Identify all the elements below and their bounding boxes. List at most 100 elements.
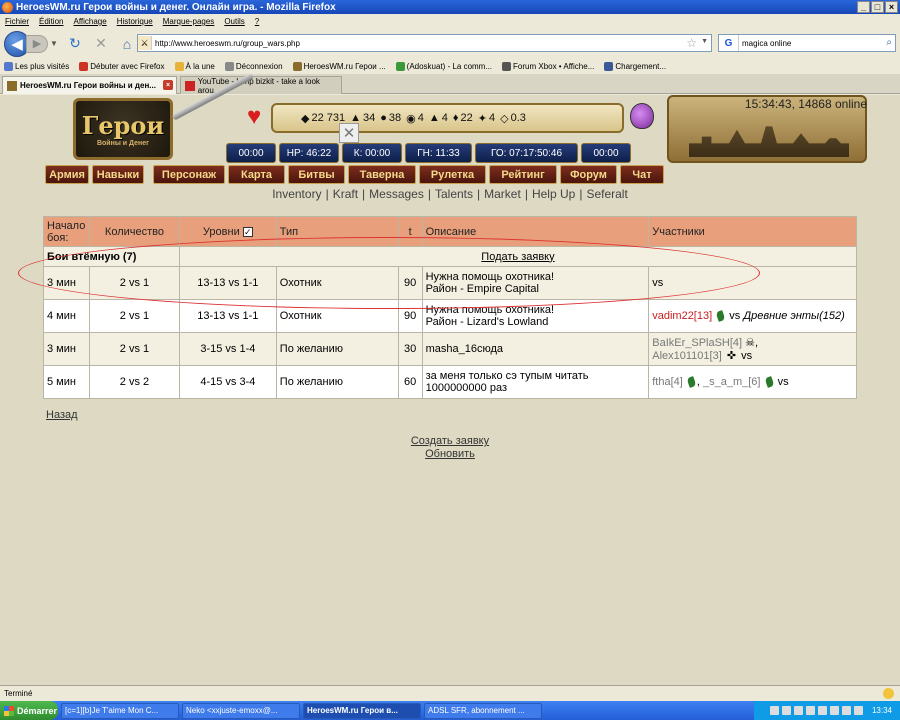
levels-checkbox[interactable]: ✓ [242,226,253,237]
heart-icon[interactable]: ♥ [247,103,261,131]
cell-description: за меня только сэ тупым читать 1000000000… [421,365,650,399]
table-row[interactable]: 3 мин 2 vs 1 13-13 vs 1-1 Охотник 90 Нуж… [43,266,857,300]
bookmark-label: Forum Xbox • Affiche... [513,61,595,71]
game-menu-button[interactable]: Карта [228,165,285,184]
taskbar-item[interactable]: Neko <xxjuste-emoxx@... [182,702,300,719]
menu-history[interactable]: Historique [117,17,153,26]
close-panel-icon[interactable]: ✕ [339,123,359,143]
game-menu-button[interactable]: Чат [620,165,664,184]
tray-icon[interactable] [841,706,851,715]
menu-file[interactable]: Fichier [5,17,29,26]
potion-icon[interactable] [630,103,654,129]
menu-tools[interactable]: Outils [224,17,244,26]
bookmark-item[interactable]: Chargement... [604,61,666,71]
taskbar-item[interactable]: ADSL SFR, abonnement ... [424,702,542,719]
game-logo[interactable]: Герои Войны и Денег [73,98,173,160]
subnav-link[interactable]: Help Up [532,187,575,201]
bookmark-icon [79,61,89,71]
table-row[interactable]: 4 мин 2 vs 1 13-13 vs 1-1 Охотник 90 Нуж… [43,299,857,333]
submit-request-text[interactable]: Подать заявку [481,251,554,263]
game-menu-button[interactable]: Битвы [288,165,345,184]
game-menu-button[interactable]: Армия [45,165,89,184]
refresh-link[interactable]: Обновить [0,448,900,461]
game-menu-button[interactable]: Персонаж [153,165,225,184]
subnav-link[interactable]: Seferalt [586,187,627,201]
resource-value: 22 [460,112,473,124]
resources-panel: ◆ 22 731 ▲ 34 ● 38 ◉ 4 ▲ 4 ♦ 22 ✦ 4 ◇ 0.3 [271,103,624,133]
tray-icon[interactable] [853,706,863,715]
bookmark-item[interactable]: À la une [174,61,215,71]
tray-icon[interactable] [769,706,779,715]
history-dropdown-icon[interactable]: ▼ [50,39,60,48]
bookmark-item[interactable]: Déconnexion [224,61,283,71]
game-menu-button[interactable]: Навыки [92,165,144,184]
col-t: t [397,216,423,247]
desc-line: 1000000000 раз [425,382,507,394]
bookmark-icon [292,61,302,71]
bookmark-item[interactable]: Les plus visités [4,61,69,71]
mercury-icon: ◉ [406,112,416,125]
url-bar[interactable]: ⚔ http://www.heroeswm.ru/group_wars.php … [137,34,712,52]
taskbar-item[interactable]: HeroesWM.ru Герои в... [303,702,421,719]
table-row[interactable]: 5 мин 2 vs 2 4-15 vs 3-4 По желанию 60 з… [43,365,857,399]
firefox-icon [2,1,13,13]
taskbar-item[interactable]: [c=1][b]Je T'aime Mon C... [61,702,179,719]
cell-participants: vs [648,266,857,300]
back-link[interactable]: Назад [46,409,78,421]
reload-button[interactable]: ↻ [64,33,86,55]
tab-heroeswm[interactable]: HeroesWM.ru Герои войны и ден... × [2,76,177,94]
bookmark-item[interactable]: Débuter avec Firefox [79,61,165,71]
home-button[interactable]: ⌂ [116,33,138,55]
game-menu-button[interactable]: Рулетка [419,165,486,184]
url-dropdown-icon[interactable]: ▼ [701,38,708,45]
bookmark-item[interactable]: Forum Xbox • Affiche... [502,61,595,71]
stop-button[interactable]: ✕ [90,33,112,55]
menu-edit[interactable]: Édition [39,17,63,26]
url-text[interactable]: http://www.heroeswm.ru/group_wars.php [155,39,300,48]
bookmark-item[interactable]: (Adoskuat) - La comm... [395,61,492,71]
tray-icon[interactable] [781,706,791,715]
subnav-link[interactable]: Market [484,187,521,201]
start-button[interactable]: Démarrer [0,701,58,720]
smiley-icon[interactable] [883,688,894,699]
search-bar[interactable]: G magica online ⌕ [718,34,896,52]
minimize-button[interactable]: _ [857,1,870,13]
tray-icon[interactable] [817,706,827,715]
participant-link[interactable]: _s_a_m_[6] [703,376,760,388]
bookmark-icon [604,61,614,71]
search-icon[interactable]: ⌕ [886,37,892,48]
menu-bookmarks[interactable]: Marque-pages [163,17,215,26]
bookmark-item[interactable]: HeroesWM.ru Герои ... [292,61,386,71]
participant-link[interactable]: ftha[4] [652,376,683,388]
close-window-button[interactable]: × [885,1,898,13]
game-menu-button[interactable]: Рейтинг [489,165,557,184]
subnav-link[interactable]: Talents [435,187,473,201]
participant-link[interactable]: BaIkEr_SPlaSH[4] [652,337,742,349]
menu-help[interactable]: ? [255,17,259,26]
create-request-link[interactable]: Создать заявку [0,435,900,448]
maximize-button[interactable]: □ [871,1,884,13]
participant-link[interactable]: vadim22[13] [652,310,712,322]
game-menu-button[interactable]: Таверна [348,165,416,184]
bookmark-star-icon[interactable]: ☆ [686,36,697,50]
forward-button[interactable]: ▶ [26,34,48,53]
submit-request-link[interactable]: Подать заявку [178,246,858,267]
tab-close-icon[interactable]: × [163,80,173,90]
subnav-link[interactable]: Kraft [333,187,358,201]
subnav-link[interactable]: Inventory [272,187,321,201]
search-input[interactable]: magica online [742,39,791,48]
tray-icon[interactable] [793,706,803,715]
google-icon[interactable]: G [719,35,739,51]
game-menu-button[interactable]: Форум [560,165,617,184]
subnav-link[interactable]: Messages [369,187,424,201]
menu-view[interactable]: Affichage [73,17,106,26]
logo-main-text: Герои [81,111,165,140]
desc-line: masha_16сюда [425,343,504,355]
tab-youtube[interactable]: YouTube - Limp bizkit - take a look arou… [180,76,342,95]
col-levels-label: Уровни [202,225,240,238]
windows-flag-icon [4,705,14,716]
tray-icon[interactable] [805,706,815,715]
participant-link[interactable]: Alex101101[3] [652,350,722,362]
tray-icon[interactable] [829,706,839,715]
table-row[interactable]: 3 мин 2 vs 1 3-15 vs 1-4 По желанию 30 m… [43,332,857,366]
